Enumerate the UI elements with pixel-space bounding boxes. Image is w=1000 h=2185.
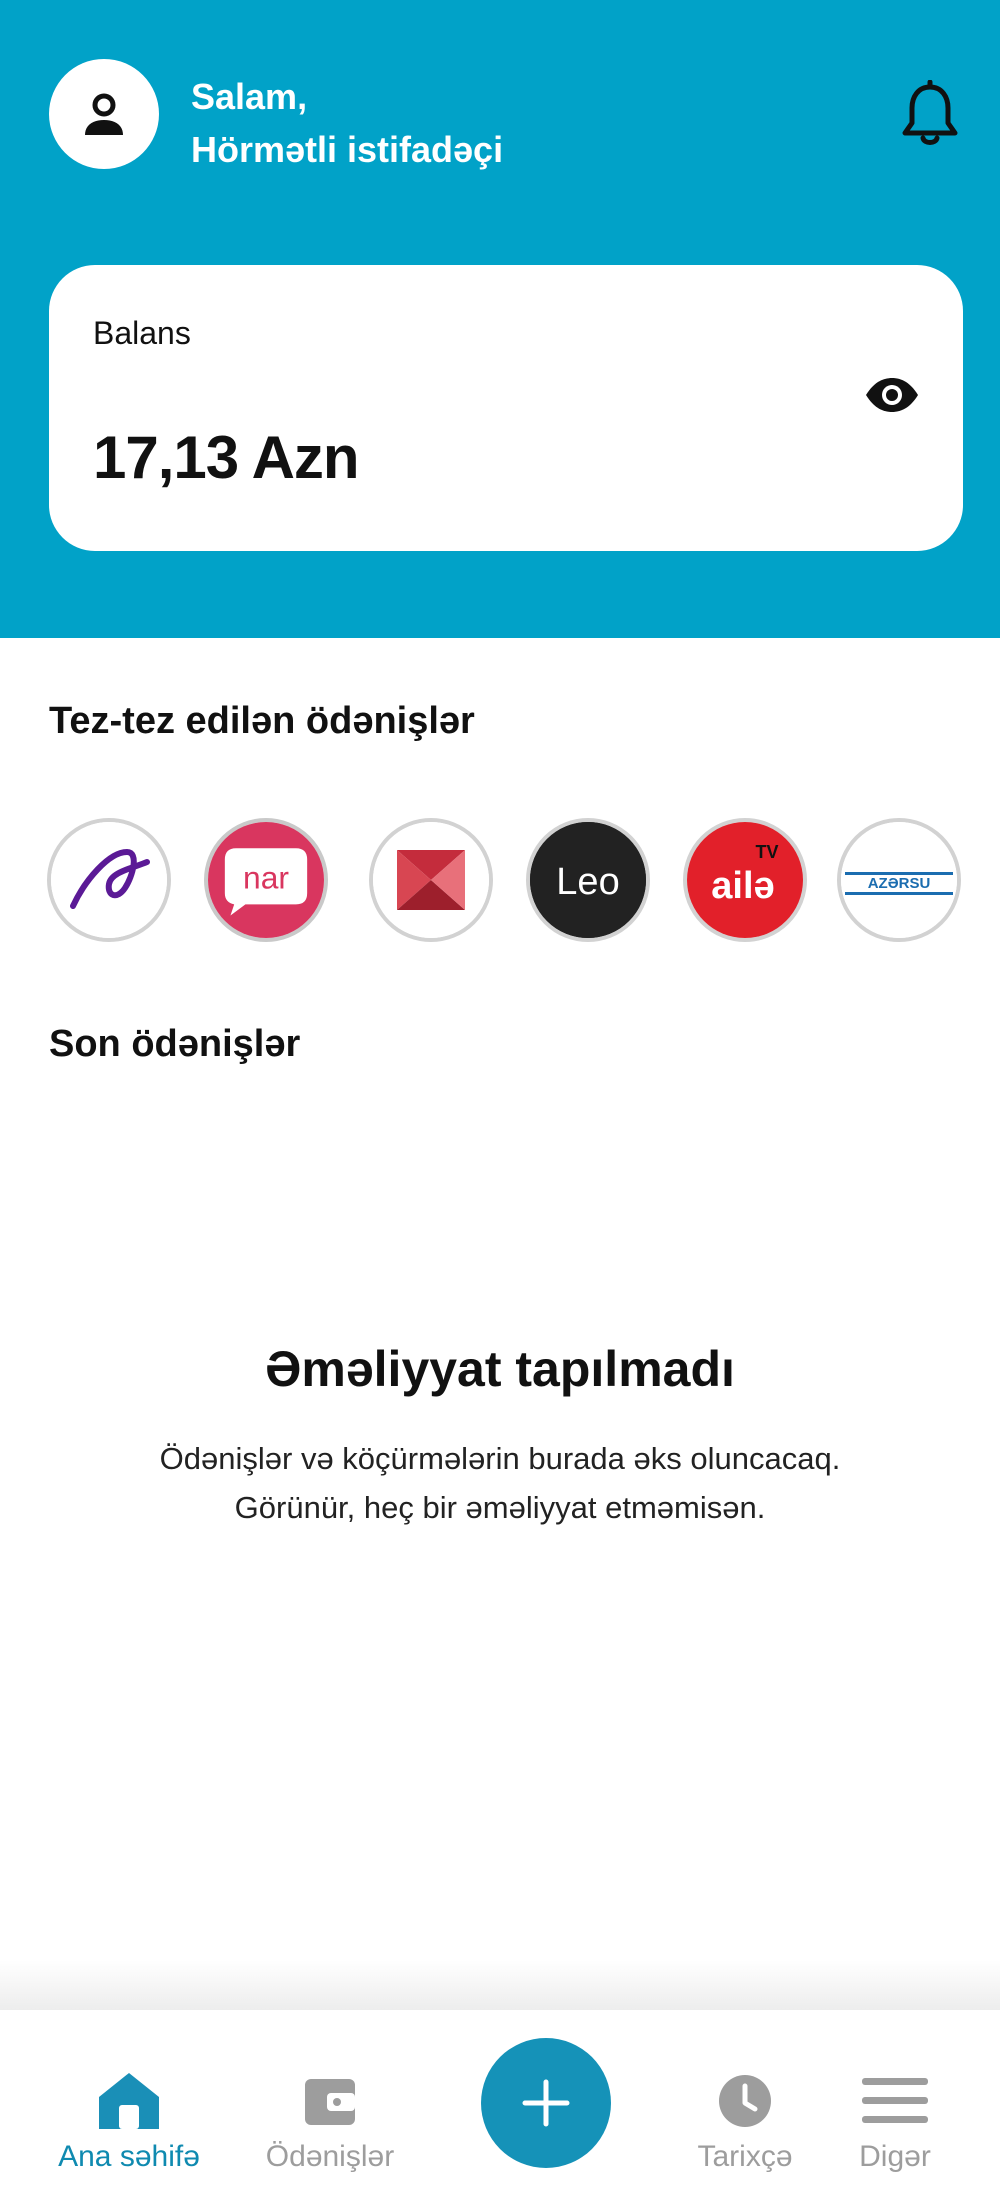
balance-value: 17,13 Azn — [93, 424, 360, 491]
empty-state-line-1: Ödənişlər və köçürmələrin burada əks olu… — [159, 1441, 841, 1476]
kapital-logo-icon — [373, 822, 489, 938]
nav-item-history[interactable]: Tarixçə — [660, 2010, 830, 2185]
plus-icon — [522, 2079, 570, 2127]
user-icon — [85, 93, 123, 135]
quick-payment-nar[interactable]: nar — [204, 818, 328, 942]
greeting-line-2: Hörmətli istifadəçi — [191, 129, 504, 170]
quick-payment-aile-tv[interactable]: TV ailə — [683, 818, 807, 942]
nar-logo-icon: nar — [208, 822, 324, 938]
leo-logo-text: Leo — [556, 861, 619, 903]
empty-state-line-2: Görünür, heç bir əməliyyat etməmisən. — [234, 1490, 766, 1525]
nav-label-history: Tarixçə — [697, 2140, 793, 2173]
nav-item-more[interactable]: Digər — [820, 2010, 970, 2185]
menu-icon — [860, 2068, 930, 2134]
balance-label: Balans — [93, 315, 191, 351]
header: Salam, Hörmətli istifadəçi Balans 17,13 … — [0, 0, 1000, 638]
eye-icon — [866, 378, 918, 412]
azersu-logo-icon: AZƏRSU — [841, 822, 957, 938]
quick-payment-azercell[interactable] — [47, 818, 171, 942]
quick-payment-leo[interactable]: Leo — [526, 818, 650, 942]
avatar[interactable] — [49, 59, 159, 169]
nav-label-more: Digər — [859, 2140, 931, 2173]
balance-card: Balans 17,13 Azn — [49, 265, 963, 551]
clock-icon — [710, 2068, 780, 2134]
recent-payments-title: Son ödənişlər — [49, 1023, 301, 1065]
azersu-logo-text: AZƏRSU — [868, 875, 931, 892]
greeting: Salam, Hörmətli istifadəçi — [191, 70, 503, 176]
nar-logo-text: nar — [243, 859, 289, 895]
svg-text:TV: TV — [755, 842, 778, 862]
toggle-balance-button[interactable] — [862, 365, 922, 425]
quick-payment-kapital[interactable] — [369, 818, 493, 942]
leo-logo-icon: Leo — [530, 822, 646, 938]
bell-icon — [902, 80, 958, 145]
nav-item-payments[interactable]: Ödənişlər — [245, 2010, 415, 2185]
aile-tv-logo-icon: TV ailə — [687, 822, 803, 938]
azercell-logo-icon — [51, 822, 167, 938]
nav-label-payments: Ödənişlər — [265, 2140, 395, 2173]
notifications-button[interactable] — [895, 78, 965, 150]
empty-state-title: Əməliyyat tapılmadı — [265, 1341, 735, 1397]
greeting-line-1: Salam, — [191, 76, 308, 117]
nav-label-home: Ana səhifə — [58, 2140, 200, 2173]
nav-shadow — [0, 1960, 1000, 2010]
nav-item-home[interactable]: Ana səhifə — [44, 2010, 214, 2185]
quick-payment-azersu[interactable]: AZƏRSU — [837, 818, 961, 942]
quick-payments-list: nar Leo TV ailə AZƏRSU — [47, 818, 967, 948]
quick-payments-title: Tez-tez edilən ödənişlər — [49, 700, 475, 742]
wallet-icon — [295, 2068, 365, 2134]
add-button[interactable] — [481, 2038, 611, 2168]
home-icon — [94, 2068, 164, 2134]
aile-tv-logo-text: ailə — [711, 865, 774, 907]
